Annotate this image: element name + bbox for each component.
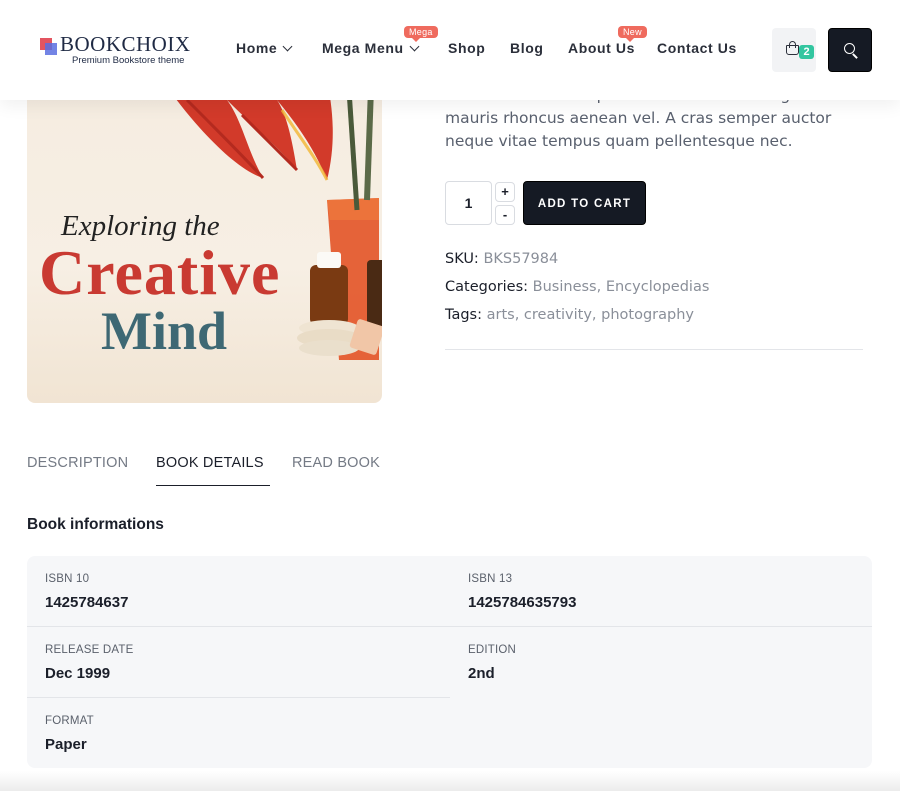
divider xyxy=(445,349,863,350)
tags-line: Tags: arts, creativity, photography xyxy=(445,307,694,323)
cover-title-line2: Creative xyxy=(39,237,281,308)
cart-button[interactable]: 2 xyxy=(772,28,816,72)
sku-line: SKU: BKS57984 xyxy=(445,251,558,267)
row-divider xyxy=(27,626,872,627)
nav-item-mega-menu[interactable]: Mega Mega Menu xyxy=(322,26,438,56)
logo-mark-icon xyxy=(40,38,58,56)
book-cover-image[interactable]: Exploring the Creative Mind xyxy=(27,60,382,403)
isbn13-label: ISBN 13 xyxy=(468,573,513,585)
tags-links[interactable]: arts, creativity, photography xyxy=(487,307,694,323)
active-tab-indicator xyxy=(156,485,270,486)
cart-count-badge: 2 xyxy=(799,45,814,59)
site-logo[interactable]: BOOKCHOIX Premium Bookstore theme xyxy=(38,30,191,70)
categories-line: Categories: Business, Encyclopedias xyxy=(445,279,709,295)
quantity-increase-button[interactable]: + xyxy=(495,182,515,202)
tab-read-book[interactable]: READ BOOK xyxy=(292,455,380,471)
isbn10-value: 1425784637 xyxy=(45,594,129,611)
shopping-bag-icon xyxy=(786,41,800,55)
format-value: Paper xyxy=(45,736,87,753)
mega-badge: Mega xyxy=(404,26,438,42)
nav-item-contact-us[interactable]: Contact Us xyxy=(657,40,737,56)
nav-item-label: Blog xyxy=(510,40,544,56)
chevron-down-icon xyxy=(282,41,293,52)
new-badge: New xyxy=(618,26,647,42)
nav-item-label: Contact Us xyxy=(657,40,737,56)
logo-name: BOOKCHOIX xyxy=(60,32,191,56)
cover-title-line3: Mind xyxy=(101,301,228,361)
nav-item-blog[interactable]: Blog xyxy=(510,40,544,56)
format-label: FORMAT xyxy=(45,715,94,727)
row-divider xyxy=(27,697,450,698)
nav-item-shop[interactable]: Shop xyxy=(448,40,485,56)
tab-description[interactable]: DESCRIPTION xyxy=(27,455,128,471)
release-date-label: RELEASE DATE xyxy=(45,644,134,656)
search-button[interactable] xyxy=(828,28,872,72)
site-header: BOOKCHOIX Premium Bookstore theme Home M… xyxy=(0,0,900,100)
nav-item-home[interactable]: Home xyxy=(236,40,293,56)
categories-label: Categories: xyxy=(445,279,529,295)
tags-label: Tags: xyxy=(445,307,482,323)
nav-item-about-us[interactable]: New About Us xyxy=(568,26,647,56)
add-to-cart-button[interactable]: ADD TO CART xyxy=(523,181,646,225)
categories-links[interactable]: Business, Encyclopedias xyxy=(533,279,710,295)
chevron-down-icon xyxy=(409,41,420,52)
quantity-input[interactable]: 1 xyxy=(445,181,492,225)
release-date-value: Dec 1999 xyxy=(45,665,111,682)
isbn13-value: 1425784635793 xyxy=(468,594,577,611)
sku-label: SKU: xyxy=(445,251,479,267)
book-info-table: ISBN 10 1425784637 ISBN 13 1425784635793… xyxy=(27,556,872,768)
search-icon xyxy=(844,43,859,59)
nav-item-label: Shop xyxy=(448,40,486,56)
nav-item-label: Home xyxy=(236,40,278,56)
quantity-decrease-button[interactable]: - xyxy=(495,205,515,225)
isbn10-label: ISBN 10 xyxy=(45,573,90,585)
page-bottom-fade xyxy=(0,771,900,791)
logo-tagline: Premium Bookstore theme xyxy=(72,55,185,66)
nav-item-label: About Us xyxy=(568,40,636,56)
nav-item-label: Mega Menu xyxy=(322,40,404,56)
edition-value: 2nd xyxy=(468,665,495,682)
edition-label: EDITION xyxy=(468,644,517,656)
book-info-title: Book informations xyxy=(27,516,164,533)
tab-book-details[interactable]: BOOK DETAILS xyxy=(156,455,264,471)
sku-value: BKS57984 xyxy=(483,251,559,267)
